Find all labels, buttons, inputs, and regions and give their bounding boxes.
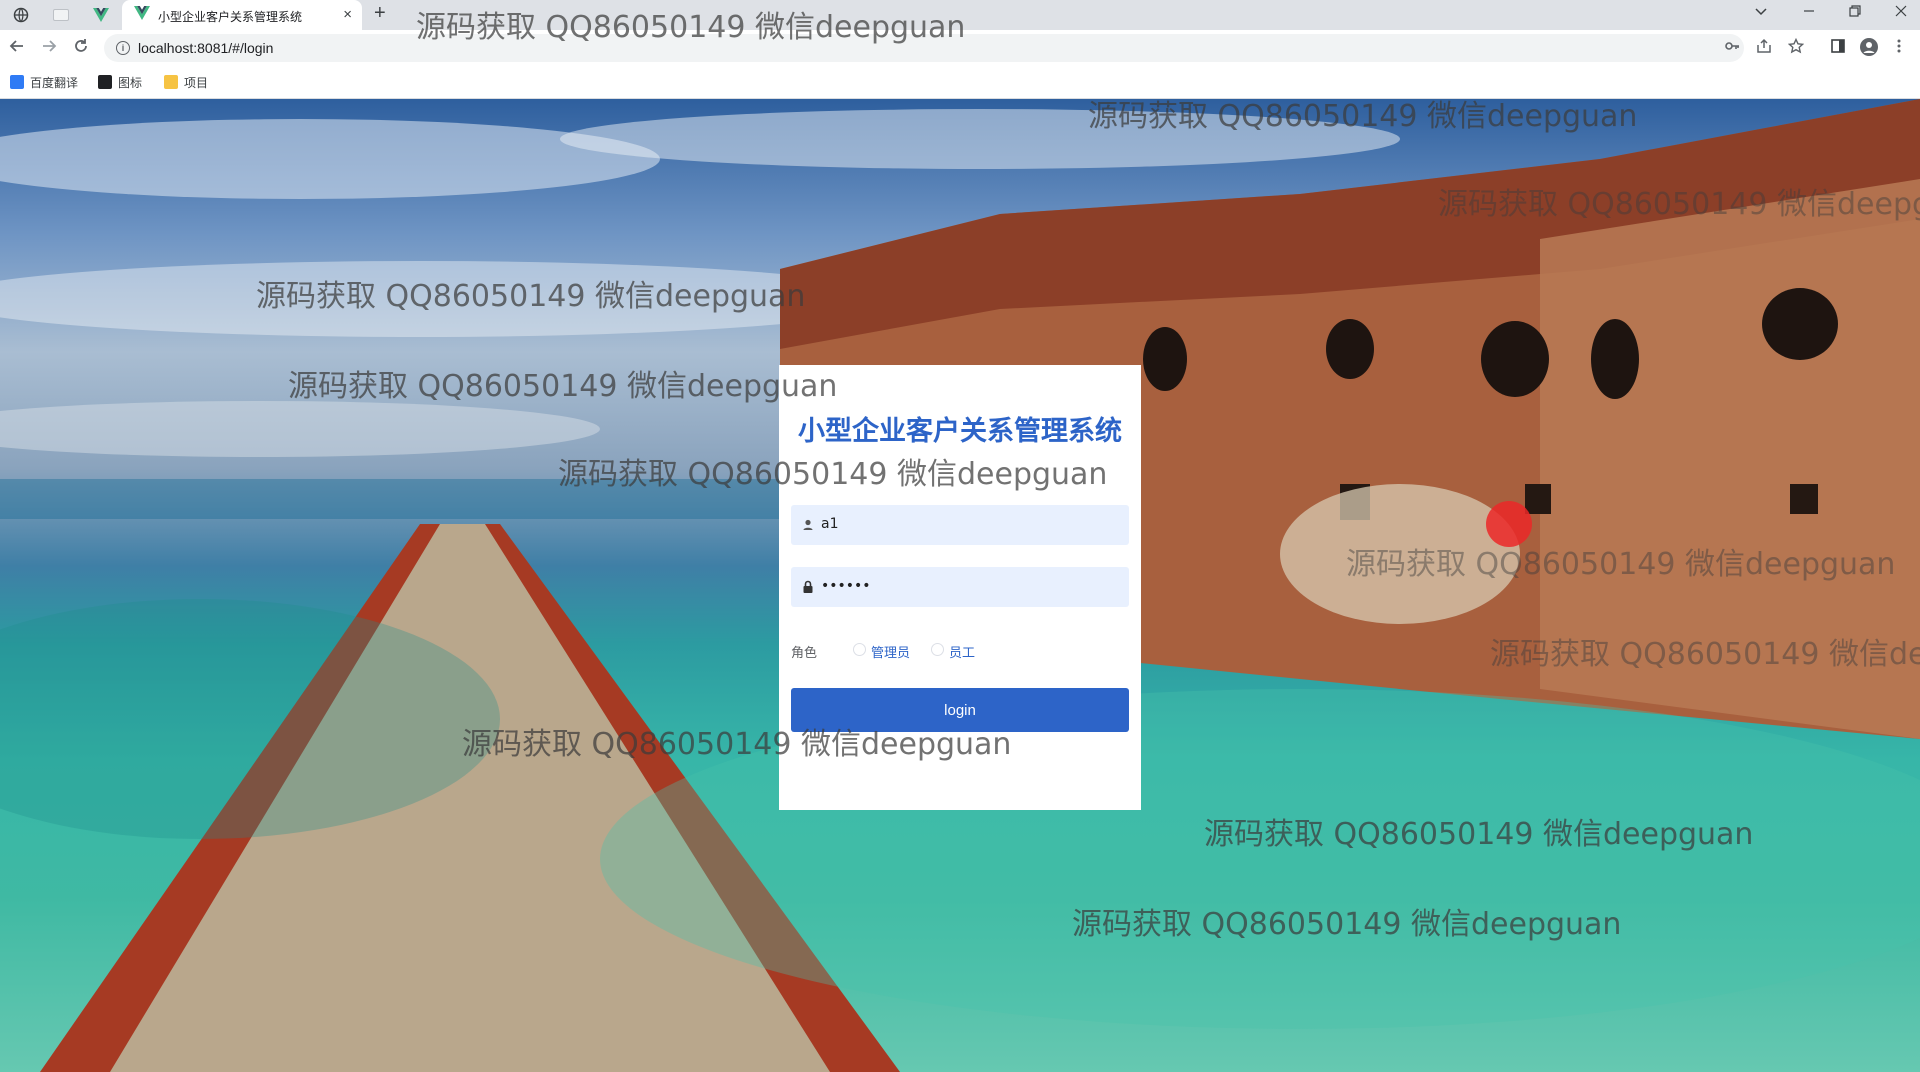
username-field[interactable]: a1 [791,505,1129,545]
share-icon[interactable] [1756,38,1772,58]
minimize-icon[interactable] [1802,4,1816,22]
chevron-down-icon[interactable] [1754,4,1768,22]
folder-icon [164,75,178,89]
bookmark-label: 图标 [118,75,143,90]
radio-employee-label[interactable]: 员工 [949,642,975,661]
cursor-highlight [1486,501,1532,547]
info-icon[interactable]: i [116,41,130,55]
bookmark-baidu-translate[interactable]: 百度翻译 [10,73,78,91]
image-icon [98,75,112,89]
page-title: 小型企业客户关系管理系统 [798,416,1122,447]
forward-icon[interactable] [38,38,60,58]
browser-toolbar: i localhost:8081/#/login [0,30,1920,66]
radio-admin-label[interactable]: 管理员 [871,642,910,661]
role-selector: 角色 管理员 员工 [791,639,1129,663]
bookmark-label: 项目 [184,75,209,90]
vue-logo-icon[interactable] [90,4,112,26]
globe-icon[interactable] [10,4,32,26]
side-panel-icon[interactable] [1830,38,1846,58]
tab-title: 小型企业客户关系管理系统 [158,10,303,24]
url-text[interactable]: localhost:8081/#/login [138,40,273,56]
radio-admin[interactable] [853,643,866,656]
user-icon [800,517,816,533]
bookmark-icons[interactable]: 图标 [98,73,142,91]
lock-icon [800,579,816,595]
tab-strip: 小型企业客户关系管理系统 × + [0,0,1920,30]
page-viewport: 小型企业客户关系管理系统 a1 •••••• 角色 管理员 员工 login 源… [0,99,1920,1072]
restore-icon[interactable] [1848,4,1862,22]
new-tab-button[interactable]: + [374,2,386,25]
password-input[interactable]: •••••• [821,578,871,594]
login-card: 小型企业客户关系管理系统 a1 •••••• 角色 管理员 员工 login [779,365,1141,810]
bookmarks-bar: 百度翻译 图标 项目 [0,66,1920,99]
more-menu-icon[interactable] [1896,38,1902,58]
bookmark-projects[interactable]: 项目 [164,73,208,91]
bookmark-label: 百度翻译 [30,75,79,90]
blank-tab-icon[interactable] [50,4,72,26]
vue-logo-icon [134,6,150,25]
back-icon[interactable] [6,38,28,58]
username-input[interactable]: a1 [821,516,839,532]
reload-icon[interactable] [70,38,92,58]
browser-window: 小型企业客户关系管理系统 × + i localhost:8081/#/logi… [0,0,1920,1072]
role-label: 角色 [791,646,818,661]
close-tab-icon[interactable]: × [343,6,352,23]
tab-active[interactable]: 小型企业客户关系管理系统 × [122,0,362,30]
login-button[interactable]: login [791,688,1129,732]
address-bar[interactable]: i localhost:8081/#/login [104,34,1744,62]
radio-employee[interactable] [931,643,944,656]
baidu-translate-icon [10,75,24,89]
password-field[interactable]: •••••• [791,567,1129,607]
key-icon[interactable] [1724,38,1740,58]
close-window-icon[interactable] [1894,4,1908,22]
profile-avatar-icon[interactable] [1860,38,1878,60]
star-icon[interactable] [1787,37,1805,58]
